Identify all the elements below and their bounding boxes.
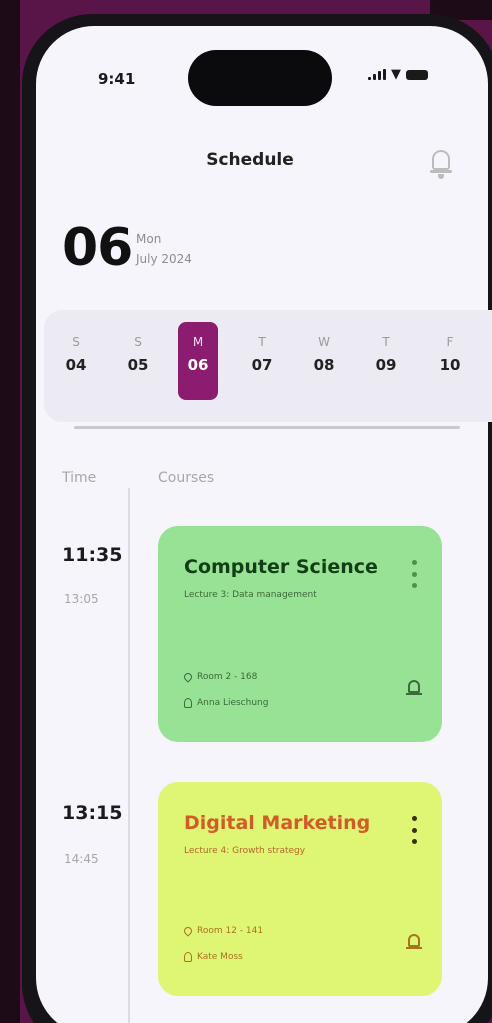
day-letter: F bbox=[446, 335, 454, 349]
week-selector: S 04 S 05 M 06 T 07 W 08 T 09 F 10 bbox=[44, 310, 492, 422]
day-item[interactable]: S 05 bbox=[118, 310, 158, 374]
course-room: Room 12 - 141 bbox=[182, 925, 264, 937]
course-card[interactable]: Computer Science Lecture 3: Data managem… bbox=[158, 526, 442, 742]
day-number: 06 bbox=[187, 356, 209, 374]
person-icon bbox=[184, 698, 192, 708]
day-letter: S bbox=[134, 335, 142, 349]
status-time: 9:41 bbox=[98, 70, 136, 88]
room-text: Room 12 - 141 bbox=[197, 926, 264, 936]
day-letter: W bbox=[318, 335, 330, 349]
course-start-time: 13:15 bbox=[62, 802, 123, 824]
day-item[interactable]: W 08 bbox=[304, 310, 344, 374]
course-teacher: Anna Lieschung bbox=[184, 698, 268, 708]
course-room: Room 2 - 168 bbox=[182, 671, 258, 683]
course-end-time: 14:45 bbox=[64, 852, 99, 866]
day-number: 04 bbox=[65, 356, 87, 374]
course-start-time: 11:35 bbox=[62, 544, 123, 566]
battery-icon bbox=[406, 69, 428, 80]
day-letter: T bbox=[382, 335, 390, 349]
room-text: Room 2 - 168 bbox=[197, 672, 258, 682]
location-icon bbox=[182, 925, 194, 937]
day-number: 08 bbox=[313, 356, 335, 374]
day-letter: T bbox=[258, 335, 266, 349]
more-options-icon[interactable] bbox=[410, 816, 418, 844]
day-item[interactable]: F 10 bbox=[430, 310, 470, 374]
day-number: 09 bbox=[375, 356, 397, 374]
course-title: Computer Science bbox=[184, 556, 378, 578]
timeline-divider bbox=[128, 488, 130, 1023]
location-icon bbox=[182, 671, 194, 683]
day-number: 05 bbox=[127, 356, 149, 374]
course-title: Digital Marketing bbox=[184, 812, 371, 834]
course-subtitle: Lecture 4: Growth strategy bbox=[184, 846, 306, 856]
status-icons: ▼ bbox=[368, 68, 428, 81]
day-letter: M bbox=[192, 335, 204, 349]
week-divider bbox=[74, 426, 460, 429]
wifi-icon: ▼ bbox=[391, 67, 401, 82]
current-day-number: 06 bbox=[62, 218, 133, 278]
course-subtitle: Lecture 3: Data management bbox=[184, 590, 317, 600]
current-month-year: July 2024 bbox=[136, 252, 192, 266]
bell-icon[interactable] bbox=[406, 678, 422, 700]
bell-icon[interactable] bbox=[430, 146, 452, 180]
course-card[interactable]: Digital Marketing Lecture 4: Growth stra… bbox=[158, 782, 442, 996]
day-number: 07 bbox=[251, 356, 273, 374]
day-item[interactable]: T 09 bbox=[366, 310, 406, 374]
dynamic-island bbox=[188, 50, 332, 106]
bell-icon[interactable] bbox=[406, 932, 422, 954]
more-options-icon[interactable] bbox=[410, 560, 418, 588]
teacher-text: Kate Moss bbox=[197, 952, 243, 962]
page-title: Schedule bbox=[206, 150, 294, 170]
background-stripe bbox=[0, 0, 20, 1023]
courses-column-header: Courses bbox=[158, 470, 215, 486]
day-item[interactable]: T 07 bbox=[242, 310, 282, 374]
day-item-selected[interactable]: M 06 bbox=[178, 322, 218, 400]
current-weekday: Mon bbox=[136, 232, 162, 246]
course-end-time: 13:05 bbox=[64, 592, 99, 606]
person-icon bbox=[184, 952, 192, 962]
day-item[interactable]: S 04 bbox=[56, 310, 96, 374]
signal-icon bbox=[368, 69, 386, 80]
teacher-text: Anna Lieschung bbox=[197, 698, 269, 708]
day-number: 10 bbox=[439, 356, 461, 374]
course-teacher: Kate Moss bbox=[184, 952, 243, 962]
day-letter: S bbox=[72, 335, 80, 349]
time-column-header: Time bbox=[62, 470, 97, 486]
